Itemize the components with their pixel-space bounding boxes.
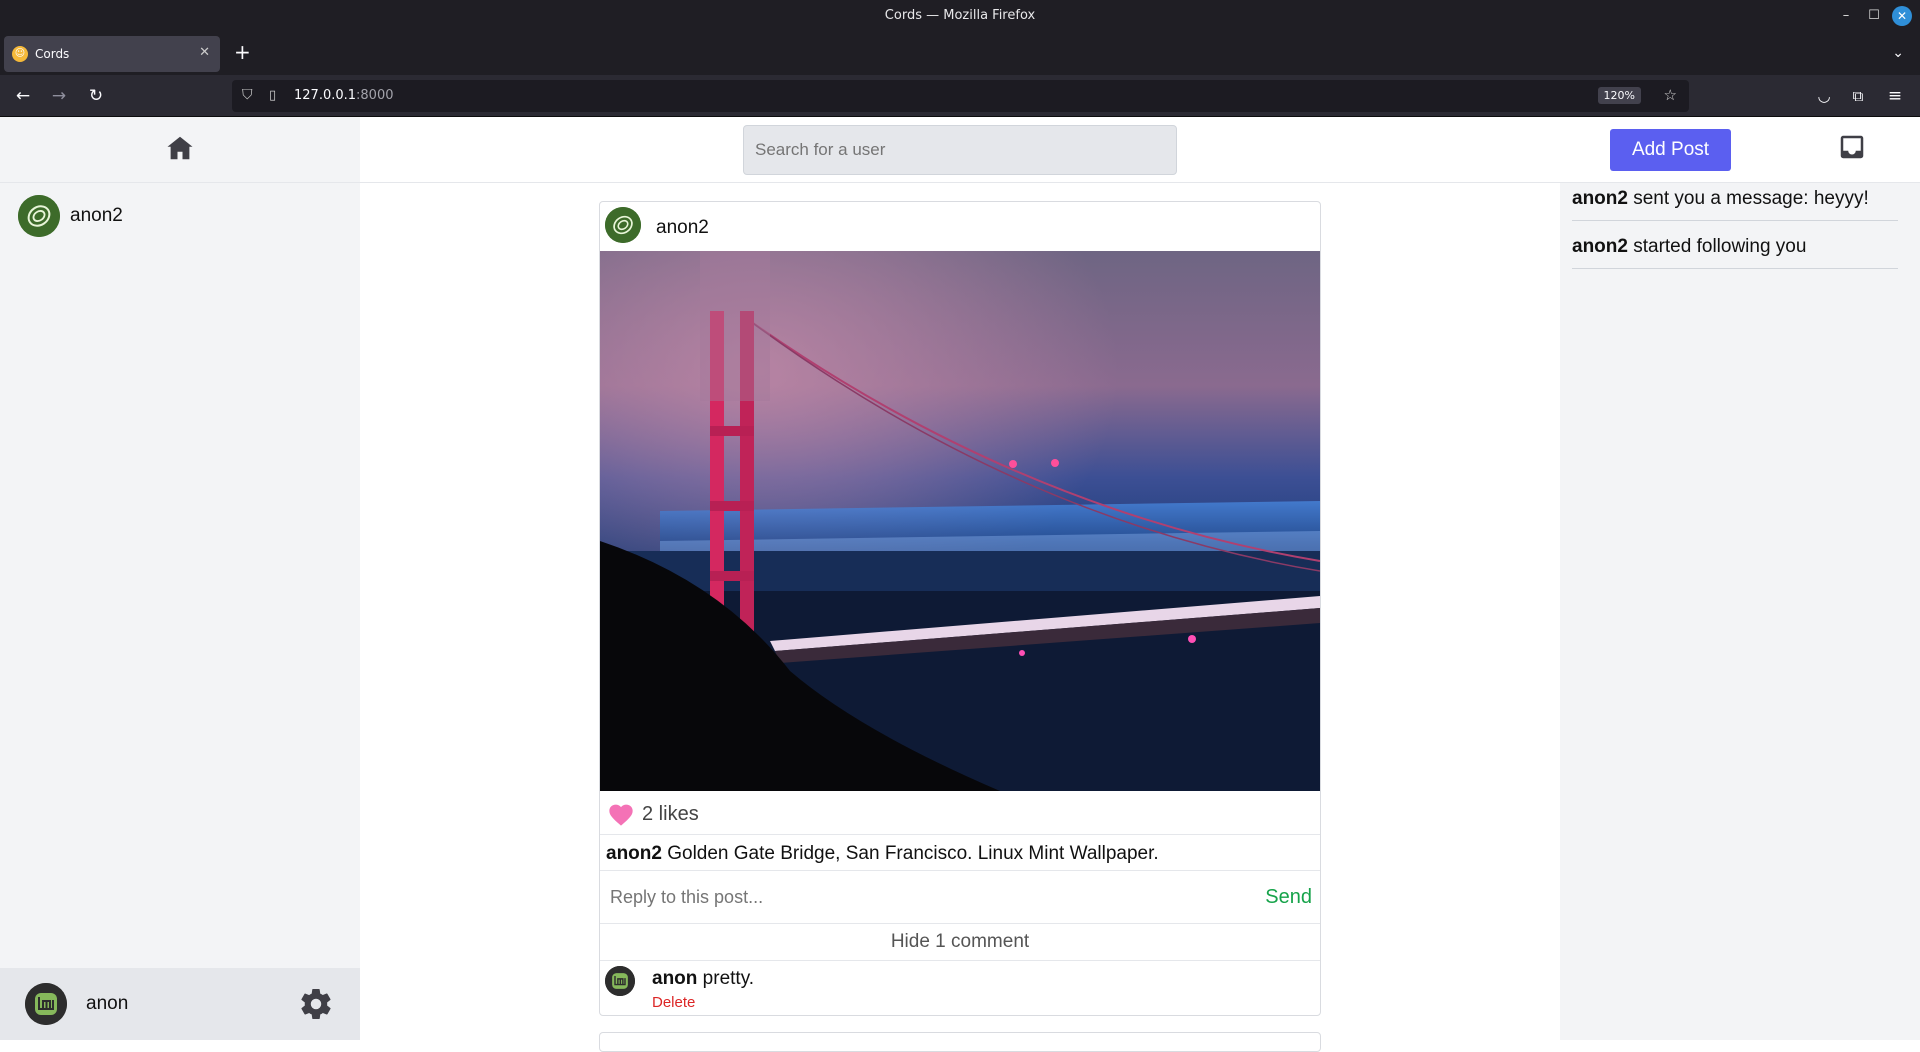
comment-author[interactable]: anon [652, 968, 697, 989]
list-tabs-icon[interactable]: ⌄ [1892, 44, 1904, 61]
maximize-icon[interactable]: ☐ [1864, 6, 1884, 26]
tab-strip: ☺ Cords ✕ [0, 32, 1920, 75]
shield-icon[interactable]: ⛉ [242, 87, 253, 103]
post-header: anon2 [600, 202, 1320, 251]
forward-icon[interactable]: → [48, 85, 70, 107]
user-search-input[interactable] [743, 125, 1177, 175]
left-sidebar: anon2 anon [0, 117, 360, 1040]
post-author[interactable]: anon2 [656, 217, 709, 239]
toggle-comments-button[interactable]: Hide 1 comment [600, 924, 1320, 961]
browser-tab[interactable]: ☺ Cords ✕ [4, 36, 220, 72]
page-info-icon[interactable]: ▯ [269, 88, 276, 103]
browser-navbar: ← → ↻ ⛉ ▯ 127.0.0.1:8000 120% ☆ ◡ ⧉ ≡ [0, 75, 1920, 117]
avatar[interactable] [605, 207, 641, 243]
notification-item[interactable]: anon2 started following you [1572, 236, 1898, 269]
extensions-icon[interactable]: ⧉ [1847, 85, 1869, 107]
contact-item[interactable]: anon2 [18, 195, 338, 237]
delete-comment-button[interactable]: Delete [652, 994, 695, 1011]
heart-icon[interactable] [607, 801, 635, 827]
commenter-avatar-icon [605, 966, 635, 996]
avatar[interactable] [605, 966, 635, 996]
likes-row: 2 likes [600, 791, 1320, 835]
feed: anon2 2 likes anon2 Golden Gate Bridge, … [360, 183, 1560, 1052]
home-nav [0, 117, 360, 183]
close-window-icon[interactable]: ✕ [1892, 6, 1912, 26]
add-post-button[interactable]: Add Post [1610, 129, 1731, 171]
app-topbar: Add Post [360, 117, 1920, 183]
post-image [600, 251, 1320, 791]
notification-item[interactable]: anon2 sent you a message: heyyy! [1572, 188, 1898, 221]
tab-title: Cords [35, 47, 70, 61]
url-port: :8000 [356, 88, 394, 103]
likes-count: 2 likes [642, 803, 699, 825]
window-title: Cords — Mozilla Firefox [884, 8, 1036, 23]
contact-avatar-icon [18, 195, 60, 237]
avatar [18, 195, 60, 237]
current-user-name: anon [86, 993, 129, 1014]
notification-user: anon2 [1572, 188, 1628, 209]
notification-text: started following you [1627, 236, 1807, 257]
zoom-indicator[interactable]: 120% [1597, 87, 1641, 104]
contact-name: anon2 [70, 205, 123, 226]
url-text[interactable]: 127.0.0.1:8000 [294, 88, 394, 103]
favicon-icon: ☺ [12, 46, 28, 62]
notification-user: anon2 [1572, 236, 1628, 257]
notification-text: sent you a message: heyyy! [1627, 188, 1869, 209]
minimize-icon[interactable]: – [1836, 6, 1856, 26]
next-post-card [599, 1032, 1321, 1052]
caption-author[interactable]: anon2 [606, 843, 662, 864]
home-icon[interactable] [165, 133, 195, 163]
app-root: anon2 anon Add Post [0, 117, 1920, 1052]
current-user-bar: anon [0, 968, 360, 1040]
back-icon[interactable]: ← [12, 85, 34, 107]
menu-icon[interactable]: ≡ [1884, 85, 1906, 107]
caption-text: Golden Gate Bridge, San Francisco. Linux… [661, 843, 1159, 864]
reply-input[interactable] [600, 871, 1200, 923]
comment-text: anon pretty. [652, 968, 754, 990]
url-host: 127.0.0.1 [294, 88, 357, 103]
bookmark-star-icon[interactable]: ☆ [1664, 86, 1677, 104]
reload-icon[interactable]: ↻ [85, 85, 107, 107]
tab-close-icon[interactable]: ✕ [199, 45, 210, 60]
inbox-icon[interactable] [1837, 132, 1867, 162]
pocket-icon[interactable]: ◡ [1813, 85, 1835, 107]
window-titlebar: Cords — Mozilla Firefox – ☐ ✕ [0, 0, 1920, 32]
post-caption: anon2 Golden Gate Bridge, San Francisco.… [600, 835, 1320, 871]
url-bar[interactable]: ⛉ ▯ 127.0.0.1:8000 120% ☆ [232, 80, 1689, 112]
user-avatar-icon [25, 983, 67, 1025]
avatar[interactable] [25, 983, 67, 1025]
notifications-panel: anon2 sent you a message: heyyy! anon2 s… [1560, 183, 1920, 1040]
post-card: anon2 2 likes anon2 Golden Gate Bridge, … [599, 201, 1321, 1016]
reply-form: Send [600, 871, 1320, 924]
comment-body: pretty. [697, 968, 755, 989]
settings-gear-icon[interactable] [298, 986, 334, 1022]
new-tab-icon[interactable]: + [234, 40, 251, 64]
send-button[interactable]: Send [1265, 886, 1312, 909]
comment-item: anon pretty. Delete [600, 961, 1320, 1015]
author-avatar-icon [605, 207, 641, 243]
